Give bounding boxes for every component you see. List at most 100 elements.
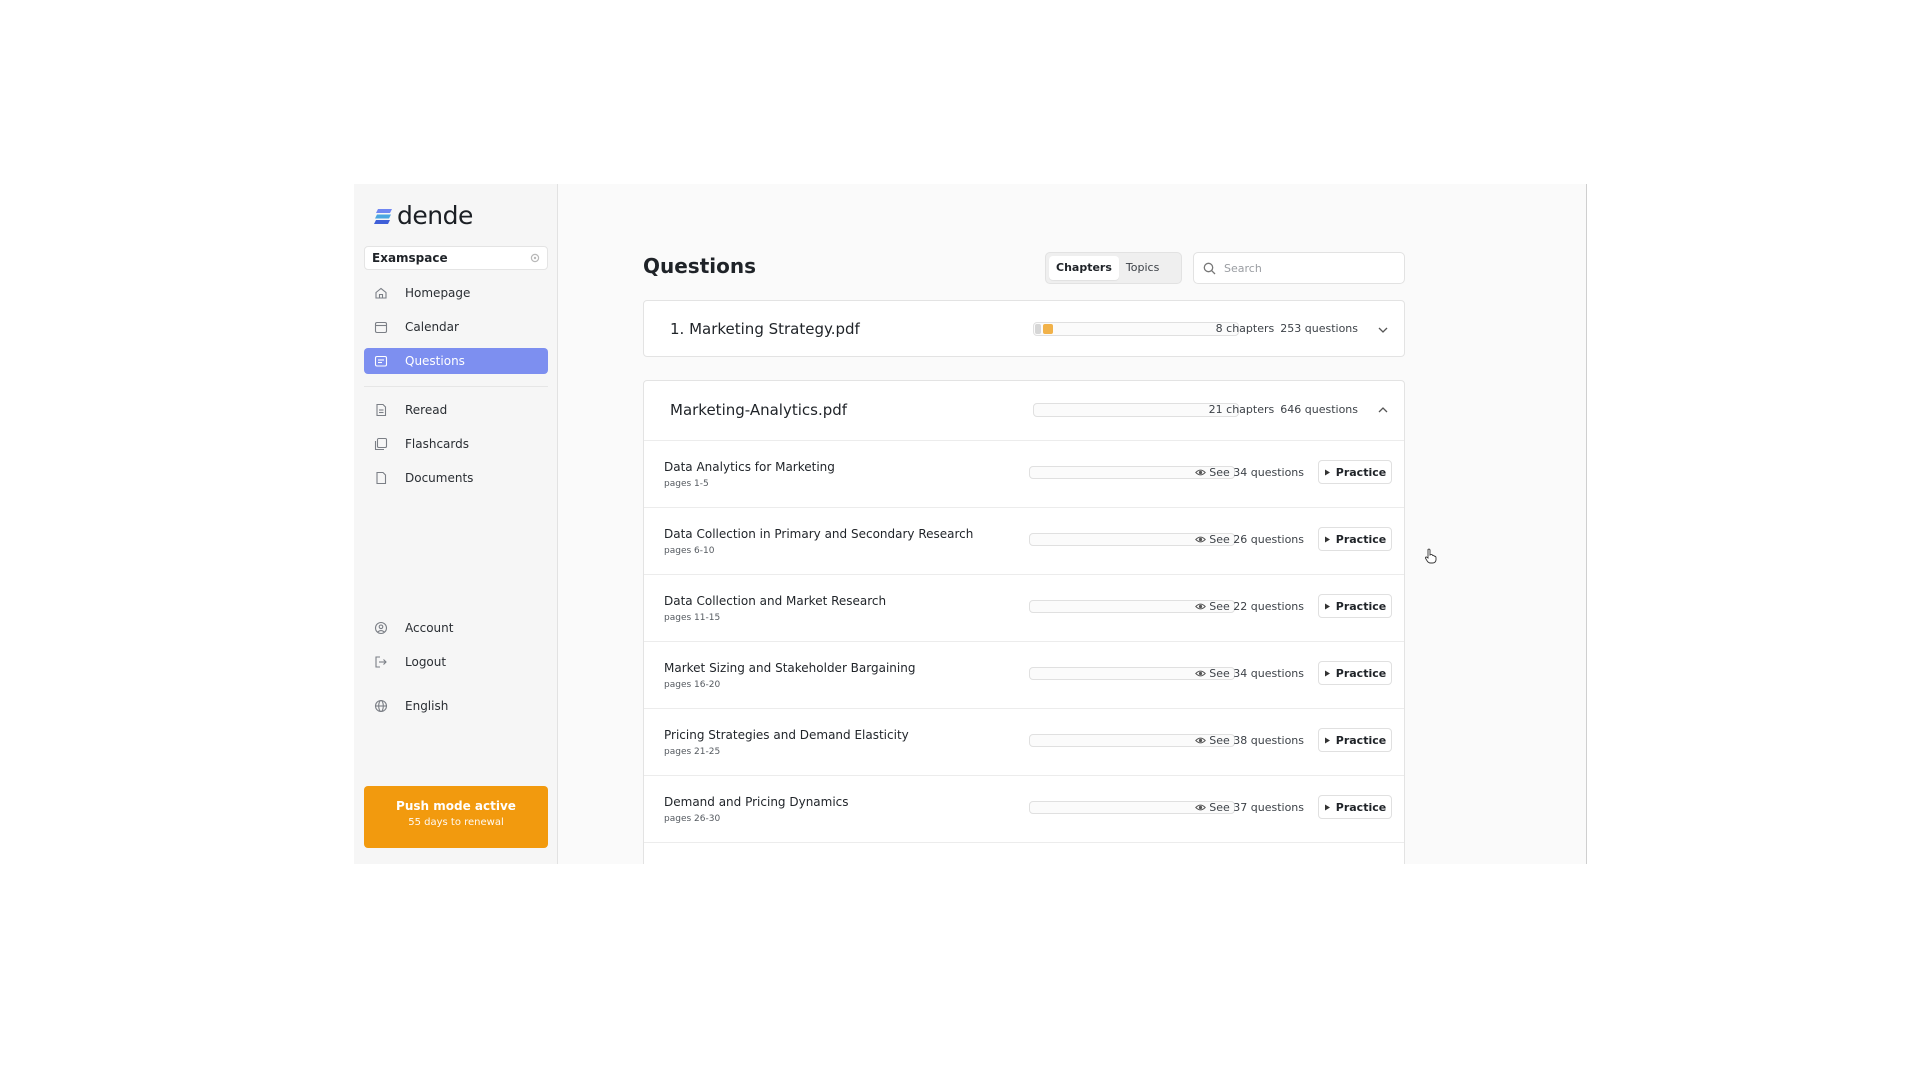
play-icon: [1324, 804, 1330, 810]
globe-icon: [374, 699, 388, 713]
document-card: 1. Marketing Strategy.pdf 8 chapters 253 …: [643, 300, 1405, 357]
practice-label: Practice: [1335, 800, 1387, 814]
practice-label: Practice: [1335, 532, 1387, 546]
sidebar-item-documents[interactable]: Documents: [364, 465, 548, 491]
practice-label: Practice: [1335, 733, 1387, 747]
chapter-pages: pages 1-5: [664, 479, 709, 489]
chapter-pages: pages 26-30: [664, 814, 721, 824]
tab-chapters[interactable]: Chapters: [1049, 256, 1119, 280]
eye-icon: [1195, 804, 1207, 811]
push-mode-banner[interactable]: Push mode active 55 days to renewal: [364, 786, 548, 848]
sidebar-item-flashcards[interactable]: Flashcards: [364, 431, 548, 457]
push-mode-subtitle: 55 days to renewal: [408, 817, 504, 828]
chapter-title: Data Collection and Market Research: [664, 594, 887, 608]
see-questions-link[interactable]: See 26 questions: [1195, 533, 1304, 546]
chapter-row: Data Collection and Market Research page…: [644, 575, 1404, 642]
sidebar: dende Examspace Homepage Calendar Questi…: [354, 184, 558, 864]
document-meta: 8 chapters 253 questions: [1210, 322, 1358, 335]
sidebar-item-label: Documents: [405, 471, 474, 485]
sidebar-item-label: Logout: [405, 655, 447, 669]
practice-label: Practice: [1335, 599, 1387, 613]
see-questions-label: See 37 questions: [1209, 801, 1304, 814]
tab-topics[interactable]: Topics: [1119, 256, 1166, 280]
practice-button[interactable]: Practice: [1318, 594, 1392, 618]
sidebar-item-logout[interactable]: Logout: [364, 649, 548, 675]
search-box: [1193, 252, 1405, 284]
push-mode-title: Push mode active: [396, 799, 516, 813]
chapter-row: Pricing Strategies and Demand Elasticity…: [644, 709, 1404, 776]
document-title: Marketing-Analytics.pdf: [670, 401, 848, 419]
chapter-title: Demand and Pricing Dynamics: [664, 795, 849, 809]
practice-button[interactable]: Practice: [1318, 661, 1392, 685]
chapter-count: 21 chapters: [1208, 403, 1275, 416]
question-count: 646 questions: [1280, 403, 1358, 416]
practice-button[interactable]: Practice: [1318, 460, 1392, 484]
settings-icon[interactable]: [530, 253, 540, 263]
question-count: 253 questions: [1280, 322, 1358, 335]
see-questions-link[interactable]: See 37 questions: [1195, 801, 1304, 814]
progress-segment: [1043, 324, 1053, 334]
practice-label: Practice: [1335, 666, 1387, 680]
see-questions-link[interactable]: See 22 questions: [1195, 600, 1304, 613]
see-questions-label: See 34 questions: [1209, 667, 1304, 680]
app-window: dende Examspace Homepage Calendar Questi…: [354, 184, 1587, 864]
search-icon: [1203, 262, 1216, 274]
document-progress-bar: [1033, 322, 1239, 336]
chevron-down-icon[interactable]: [1376, 323, 1390, 337]
eye-icon: [1195, 670, 1207, 677]
practice-button[interactable]: Practice: [1318, 795, 1392, 819]
chapter-row: Data Analytics for Marketing pages 1-5 S…: [644, 441, 1404, 508]
chapter-count: 8 chapters: [1215, 322, 1275, 335]
play-icon: [1324, 469, 1330, 475]
sidebar-item-questions[interactable]: Questions: [364, 348, 548, 374]
questions-icon: [374, 355, 388, 367]
chapter-pages: pages 6-10: [664, 546, 715, 556]
sidebar-item-language[interactable]: English: [364, 693, 548, 719]
practice-label: Practice: [1335, 465, 1387, 479]
see-questions-label: See 26 questions: [1209, 533, 1304, 546]
home-icon: [375, 287, 387, 299]
logo-mark-icon: [374, 208, 392, 224]
chevron-up-icon[interactable]: [1376, 403, 1390, 417]
chapter-row: Data Collection in Primary and Secondary…: [644, 508, 1404, 575]
see-questions-link[interactable]: See 38 questions: [1195, 734, 1304, 747]
logo[interactable]: dende: [374, 201, 473, 230]
chapter-row: Demand and Pricing Dynamics pages 26-30 …: [644, 776, 1404, 843]
workspace-selector[interactable]: Examspace: [364, 246, 548, 270]
sidebar-item-reread[interactable]: Reread: [364, 397, 548, 423]
sidebar-item-calendar[interactable]: Calendar: [364, 314, 548, 340]
user-circle-icon: [374, 621, 388, 635]
eye-icon: [1195, 603, 1207, 610]
document-header[interactable]: Marketing-Analytics.pdf 21 chapters 646 q…: [644, 381, 1404, 441]
progress-segment: [1035, 324, 1041, 334]
sidebar-item-label: Account: [405, 621, 454, 635]
logout-icon: [375, 656, 387, 668]
page-title: Questions: [643, 254, 757, 278]
chapter-title: Market Sizing and Stakeholder Bargaining: [664, 661, 916, 675]
calendar-icon: [374, 321, 388, 334]
main-content: Questions Chapters Topics 1. Marketing S…: [558, 184, 1586, 864]
sidebar-item-label: English: [405, 699, 449, 713]
see-questions-link[interactable]: See 34 questions: [1195, 466, 1304, 479]
document-icon: [376, 403, 387, 417]
document-header[interactable]: 1. Marketing Strategy.pdf 8 chapters 253 …: [644, 301, 1404, 358]
sidebar-item-account[interactable]: Account: [364, 615, 548, 641]
play-icon: [1324, 536, 1330, 542]
logo-text: dende: [397, 201, 473, 230]
hand-cursor-icon: [1424, 548, 1437, 564]
file-icon: [376, 471, 387, 485]
practice-button[interactable]: Practice: [1318, 527, 1392, 551]
chapter-pages: pages 16-20: [664, 680, 721, 690]
play-icon: [1324, 603, 1330, 609]
play-icon: [1324, 670, 1330, 676]
sidebar-item-homepage[interactable]: Homepage: [364, 280, 548, 306]
see-questions-label: See 22 questions: [1209, 600, 1304, 613]
chapter-pages: pages 21-25: [664, 747, 721, 757]
document-card: Marketing-Analytics.pdf 21 chapters 646 q…: [643, 380, 1405, 864]
sidebar-item-label: Reread: [405, 403, 448, 417]
see-questions-link[interactable]: See 34 questions: [1195, 667, 1304, 680]
chapter-title: Pricing Strategies and Demand Elasticity: [664, 728, 909, 742]
practice-button[interactable]: Practice: [1318, 728, 1392, 752]
search-input[interactable]: [1222, 260, 1386, 276]
see-questions-label: See 38 questions: [1209, 734, 1304, 747]
